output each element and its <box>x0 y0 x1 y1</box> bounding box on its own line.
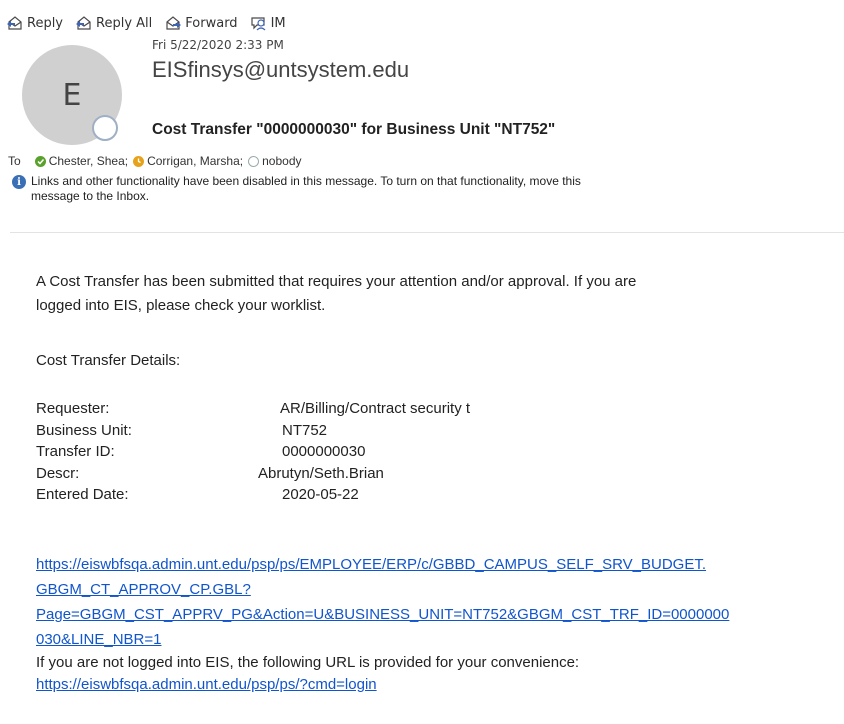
intro-line: A Cost Transfer has been submitted that … <box>36 273 637 290</box>
info-notice[interactable]: i Links and other functionality have bee… <box>12 174 812 204</box>
approval-link-line[interactable]: 030&LINE_NBR=1 <box>36 627 729 652</box>
reply-all-button[interactable]: Reply All <box>75 15 152 31</box>
detail-label: Entered Date: <box>36 486 129 503</box>
login-link[interactable]: https://eiswbfsqa.admin.unt.edu/psp/ps/?… <box>36 674 729 696</box>
detail-label: Business Unit: <box>36 421 132 439</box>
available-status-icon <box>34 155 46 167</box>
message-subject: Cost Transfer "0000000030" for Business … <box>152 121 556 138</box>
reply-label: Reply <box>27 15 64 31</box>
reply-all-label: Reply All <box>96 15 153 31</box>
detail-value: Abrutyn/Seth.Brian <box>258 464 384 482</box>
reply-icon <box>7 16 22 30</box>
im-label: IM <box>270 15 286 31</box>
detail-value: AR/Billing/Contract security t <box>280 400 471 417</box>
approval-link-line[interactable]: Page=GBGM_CST_APPRV_PG&Action=U&BUSINESS… <box>36 602 729 627</box>
forward-label: Forward <box>185 15 238 31</box>
detail-value: NT752 <box>282 421 328 439</box>
forward-button[interactable]: Forward <box>164 15 238 31</box>
away-status-icon <box>133 155 145 167</box>
intro-line: logged into EIS, please check your workl… <box>36 297 326 314</box>
detail-value: 2020-05-22 <box>282 486 359 503</box>
approval-link-line[interactable]: https://eiswbfsqa.admin.unt.edu/psp/ps/E… <box>36 552 729 577</box>
reply-all-icon <box>76 16 91 30</box>
recipient-name: Corrigan, Marsha; <box>147 154 244 168</box>
info-notice-text-line1: Links and other functionality have been … <box>31 174 581 188</box>
message-date: Fri 5/22/2020 2:33 PM <box>152 38 284 52</box>
avatar-initial: E <box>62 77 82 113</box>
sender-address[interactable]: EISfinsys@untsystem.edu <box>152 57 409 83</box>
detail-value: 0000000030 <box>282 443 366 460</box>
unknown-status-icon <box>248 155 260 167</box>
details-title: Cost Transfer Details: <box>36 352 181 369</box>
message-toolbar: Reply Reply All Forward IM <box>6 12 286 34</box>
detail-label: Descr: <box>36 464 80 482</box>
links-section: https://eiswbfsqa.admin.unt.edu/psp/ps/E… <box>36 552 729 696</box>
not-logged-in-text: If you are not logged into EIS, the foll… <box>36 654 580 671</box>
detail-label: Transfer ID: <box>36 443 115 460</box>
info-icon: i <box>12 175 26 189</box>
forward-icon <box>166 16 182 30</box>
recipient-chester[interactable]: Chester, Shea; <box>34 154 129 168</box>
reply-button[interactable]: Reply <box>6 15 63 31</box>
presence-status-icon <box>92 115 118 141</box>
recipient-nobody[interactable]: nobody <box>248 154 302 168</box>
recipient-corrigan[interactable]: Corrigan, Marsha; <box>133 154 243 168</box>
header-divider <box>10 232 844 233</box>
recipients-row: To Chester, Shea; Corrigan, Marsha; nobo… <box>8 154 307 168</box>
info-notice-text-line2: message to the Inbox. <box>31 189 150 203</box>
detail-label: Requester: <box>36 400 110 417</box>
im-button[interactable]: IM <box>250 15 286 31</box>
approval-link-line[interactable]: GBGM_CT_APPROV_CP.GBL? <box>36 577 729 602</box>
recipient-name: Chester, Shea; <box>48 154 129 168</box>
im-icon <box>250 17 265 31</box>
recipient-name: nobody <box>262 154 302 168</box>
to-label: To <box>8 154 21 168</box>
intro-paragraph: A Cost Transfer has been submitted that … <box>36 270 636 318</box>
